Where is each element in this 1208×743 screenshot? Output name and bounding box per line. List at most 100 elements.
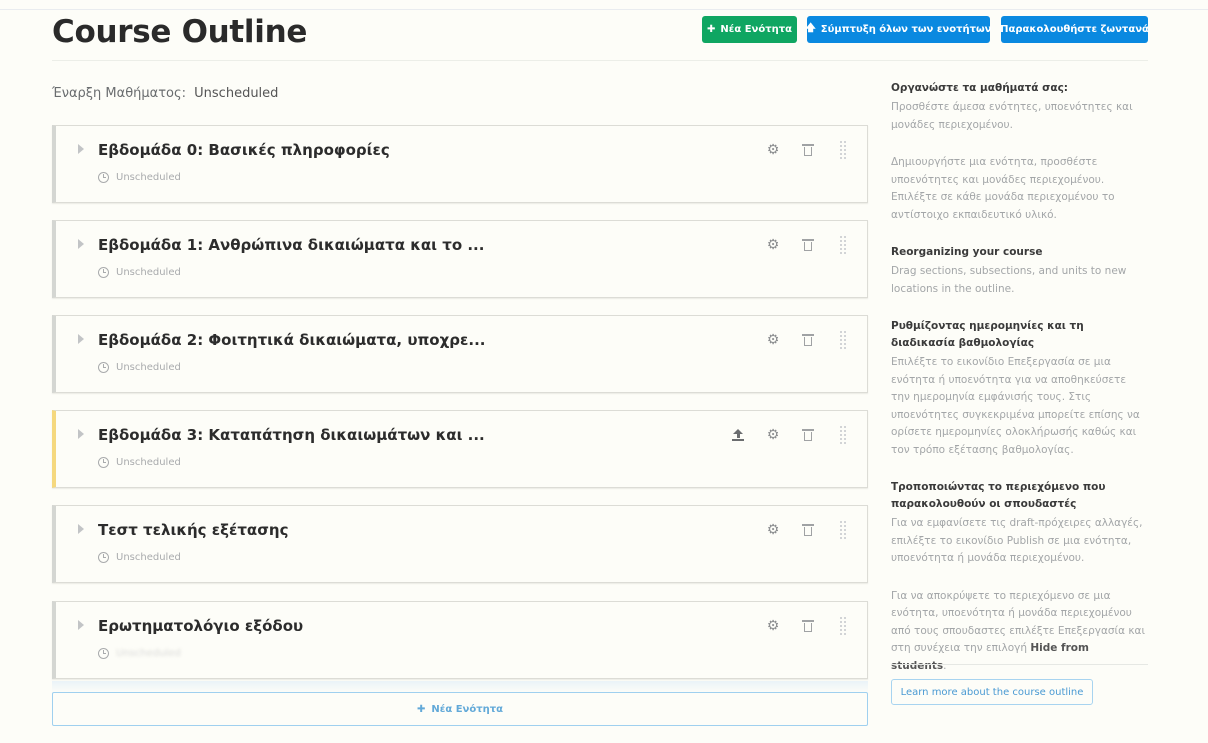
- expand-caret-icon[interactable]: [78, 334, 84, 344]
- expand-caret-icon[interactable]: [78, 429, 84, 439]
- status-text: Unscheduled: [116, 457, 181, 468]
- section-title[interactable]: Εβδομάδα 0: Βασικές πληροφορίες: [98, 141, 390, 159]
- section-title[interactable]: Εβδομάδα 2: Φοιτητικά δικαιώματα, υποχρε…: [98, 331, 485, 349]
- collapse-all-label: Σύμπτυξη όλων των ενοτήτων: [820, 24, 992, 35]
- trash-icon: [802, 144, 814, 156]
- help-organize-more: Δημιουργήστε μια ενότητα, προσθέστε υποε…: [891, 154, 1148, 224]
- clock-icon: [98, 172, 109, 183]
- drag-handle[interactable]: [833, 520, 853, 540]
- settings-button[interactable]: ⚙: [763, 330, 783, 350]
- help-hide: Για να αποκρύψετε το περιεχόμενο σε μια …: [891, 588, 1148, 676]
- gear-icon: ⚙: [766, 522, 780, 538]
- plus-icon: ✚: [417, 703, 426, 715]
- trash-icon: [802, 429, 814, 441]
- section-exit-survey: Ερωτηματολόγιο εξόδου Unscheduled ⚙: [52, 601, 868, 679]
- drag-handle[interactable]: [833, 140, 853, 160]
- plus-icon: ✚: [707, 24, 716, 35]
- settings-button[interactable]: ⚙: [763, 425, 783, 445]
- clock-icon: [98, 362, 109, 373]
- expand-caret-icon[interactable]: [78, 239, 84, 249]
- delete-button[interactable]: [798, 330, 818, 350]
- drag-handle[interactable]: [833, 616, 853, 636]
- help-hide-text: Για να αποκρύψετε το περιεχόμενο σε μια …: [891, 589, 1146, 672]
- help-dates-text: Επιλέξτε το εικονίδιο Επεξεργασία σε μια…: [891, 356, 1140, 456]
- settings-button[interactable]: ⚙: [763, 616, 783, 636]
- section-title[interactable]: Εβδομάδα 3: Καταπάτηση δικαιωμάτων και .…: [98, 426, 485, 444]
- help-changing-title: Τροποποιώντας το περιεχόμενο που παρακολ…: [891, 481, 1106, 510]
- settings-button[interactable]: ⚙: [763, 520, 783, 540]
- section-actions: ⚙: [763, 330, 853, 350]
- start-date-label: Έναρξη Μαθήματος:: [52, 86, 187, 101]
- view-live-button[interactable]: Παρακολουθήστε ζωντανά: [1000, 16, 1149, 43]
- section-title[interactable]: Ερωτηματολόγιο εξόδου: [98, 617, 303, 635]
- new-section-button[interactable]: ✚ Νέα Ενότητα: [702, 16, 797, 43]
- drag-handle-icon: [839, 235, 847, 255]
- add-section-bottom-label: Νέα Ενότητα: [431, 703, 503, 715]
- help-organize: Οργανώστε τα μαθήματά σας: Προσθέστε άμε…: [891, 80, 1148, 134]
- sidebar-divider: [891, 664, 1148, 665]
- trash-icon: [802, 620, 814, 632]
- drag-handle[interactable]: [833, 235, 853, 255]
- help-organize-title: Οργανώστε τα μαθήματά σας:: [891, 82, 1068, 94]
- publish-icon: [732, 429, 744, 441]
- gear-icon: ⚙: [766, 427, 780, 443]
- help-organize-text: Προσθέστε άμεσα ενότητες, υποενότητες κα…: [891, 101, 1133, 131]
- section-week-1: Εβδομάδα 1: Ανθρώπινα δικαιώματα και το …: [52, 220, 868, 298]
- help-reorganize-title: Reorganizing your course: [891, 246, 1043, 258]
- section-actions: ⚙: [763, 140, 853, 160]
- section-actions: ⚙: [763, 520, 853, 540]
- gear-icon: ⚙: [766, 142, 780, 158]
- page-title: Course Outline: [52, 14, 308, 50]
- help-reorganize-text: Drag sections, subsections, and units to…: [891, 265, 1127, 295]
- learn-more-button[interactable]: Learn more about the course outline: [891, 679, 1093, 705]
- clock-icon: [98, 457, 109, 468]
- section-title[interactable]: Τεστ τελικής εξέτασης: [98, 521, 288, 539]
- section-status: Unscheduled: [98, 267, 181, 278]
- delete-button[interactable]: [798, 616, 818, 636]
- expand-caret-icon[interactable]: [78, 144, 84, 154]
- trash-icon: [802, 334, 814, 346]
- drag-handle-icon: [839, 330, 847, 350]
- status-text: Unscheduled: [116, 267, 181, 278]
- delete-button[interactable]: [798, 140, 818, 160]
- section-week-3: Εβδομάδα 3: Καταπάτηση δικαιωμάτων και .…: [52, 410, 868, 488]
- section-status: Unscheduled: [98, 648, 181, 659]
- publish-button[interactable]: [728, 425, 748, 445]
- section-status: Unscheduled: [98, 362, 181, 373]
- help-dates-title: Ρυθμίζοντας ημερομηνίες και τη διαδικασί…: [891, 320, 1084, 349]
- view-live-label: Παρακολουθήστε ζωντανά: [1000, 24, 1149, 35]
- add-section-bottom-button[interactable]: ✚ Νέα Ενότητα: [52, 692, 868, 726]
- gear-icon: ⚙: [766, 237, 780, 253]
- expand-caret-icon[interactable]: [78, 620, 84, 630]
- collapse-all-button[interactable]: 🡅 Σύμπτυξη όλων των ενοτήτων: [805, 16, 992, 43]
- drag-handle[interactable]: [833, 330, 853, 350]
- expand-caret-icon[interactable]: [78, 524, 84, 534]
- delete-button[interactable]: [798, 520, 818, 540]
- section-week-2: Εβδομάδα 2: Φοιτητικά δικαιώματα, υποχρε…: [52, 315, 868, 393]
- section-actions: ⚙: [763, 616, 853, 636]
- status-text: Unscheduled: [116, 552, 181, 563]
- course-start-date: Έναρξη Μαθήματος: Unscheduled: [52, 86, 278, 101]
- trash-icon: [802, 239, 814, 251]
- status-text: Unscheduled: [116, 648, 181, 659]
- section-actions: ⚙: [728, 425, 853, 445]
- section-final-exam: Τεστ τελικής εξέτασης Unscheduled ⚙: [52, 505, 868, 583]
- arrow-up-icon: 🡅: [805, 23, 816, 34]
- settings-button[interactable]: ⚙: [763, 235, 783, 255]
- top-divider: [0, 9, 1208, 10]
- clock-icon: [98, 267, 109, 278]
- help-organize-text-2: Δημιουργήστε μια ενότητα, προσθέστε υποε…: [891, 156, 1115, 221]
- clock-icon: [98, 552, 109, 563]
- gear-icon: ⚙: [766, 618, 780, 634]
- clock-icon: [98, 648, 109, 659]
- section-title[interactable]: Εβδομάδα 1: Ανθρώπινα δικαιώματα και το …: [98, 236, 484, 254]
- trash-icon: [802, 524, 814, 536]
- drag-handle-icon: [839, 616, 847, 636]
- help-reorganize: Reorganizing your course Drag sections, …: [891, 244, 1148, 298]
- gear-icon: ⚙: [766, 332, 780, 348]
- drag-handle-icon: [839, 140, 847, 160]
- delete-button[interactable]: [798, 425, 818, 445]
- delete-button[interactable]: [798, 235, 818, 255]
- settings-button[interactable]: ⚙: [763, 140, 783, 160]
- drag-handle[interactable]: [833, 425, 853, 445]
